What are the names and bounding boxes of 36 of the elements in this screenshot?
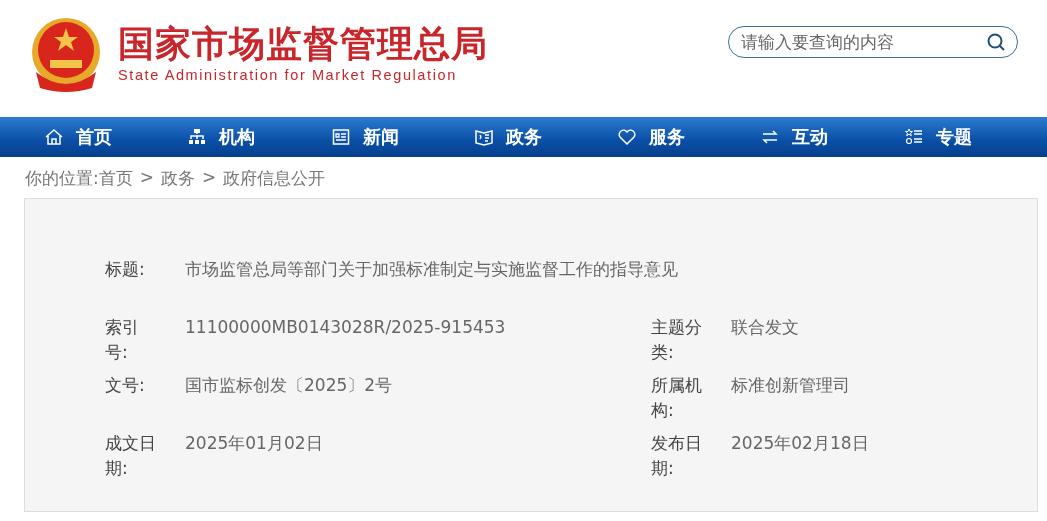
nav-link[interactable]: 政务 [473,117,618,157]
newspaper-icon [330,127,351,147]
breadcrumb-link[interactable]: 政务 [161,167,195,198]
org-chart-icon [187,127,208,147]
field-label: 文号: [105,374,146,397]
search-field[interactable]: 请输入要查询的内容 [728,26,1018,58]
list-icon [903,127,924,147]
field-label: 发布日期: [651,432,703,480]
site-subtitle: State Administration for Market Regulation [118,67,458,84]
field-value: 11100000MB0143028R/2025-915453 [185,316,507,339]
nav-link[interactable]: 专题 [903,117,1047,157]
breadcrumb-link[interactable]: 你的位置:首页 [25,167,133,198]
field-value: 国市监标创发〔2025〕2号 [185,374,394,397]
nav-link[interactable]: 新闻 [330,117,474,157]
heart-icon [617,127,638,147]
document-title: 市场监管总局等部门关于加强标准制定与实施监督工作的指导意见 [185,258,679,281]
site-title: 国家市场监督管理总局 [118,23,488,64]
field-label: 索引号: [105,316,140,364]
nav-link[interactable]: 首页 [44,117,188,157]
field-label: 所属机构: [651,374,703,422]
breadcrumb-separator: > [202,167,217,189]
field-label: 标题: [105,258,146,281]
search-icon[interactable] [986,32,1006,52]
nav-link[interactable]: 服务 [617,117,761,157]
book-icon [473,127,494,147]
field-value: 2025年02月18日 [731,432,870,455]
breadcrumb-separator: > [139,167,154,189]
field-value: 联合发文 [731,316,800,339]
home-icon [44,127,64,147]
field-value: 2025年01月02日 [185,432,324,455]
field-label: 主题分类: [651,316,703,364]
nav-link[interactable]: 机构 [187,117,331,157]
breadcrumb-link[interactable]: 政府信息公开 [223,167,326,198]
nav-link[interactable]: 互动 [760,117,904,157]
field-label: 成文日期: [105,432,157,480]
field-value: 标准创新管理司 [731,374,851,397]
